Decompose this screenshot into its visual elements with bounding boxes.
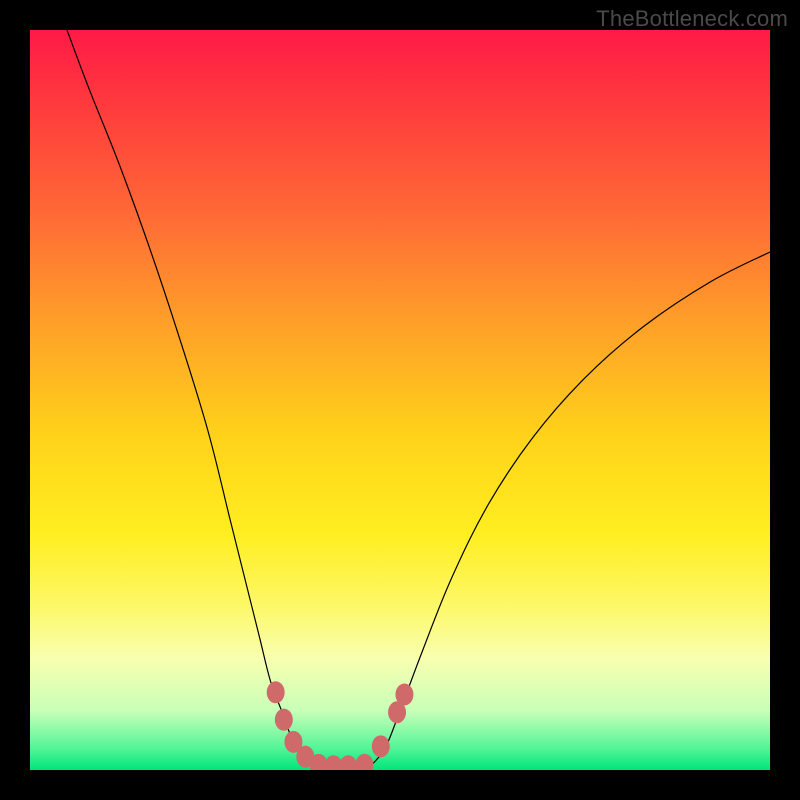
highlight-dot [355,754,373,770]
highlight-dot [339,755,357,770]
gradient-plot-area [30,30,770,770]
highlight-dot [275,709,293,731]
plot-svg [30,30,770,770]
curve-right-branch [370,252,770,766]
highlight-dot [395,684,413,706]
highlight-dot [267,681,285,703]
curve-left-branch [67,30,315,766]
highlight-markers [267,681,414,770]
highlight-dot [372,735,390,757]
watermark-text: TheBottleneck.com [596,6,788,32]
